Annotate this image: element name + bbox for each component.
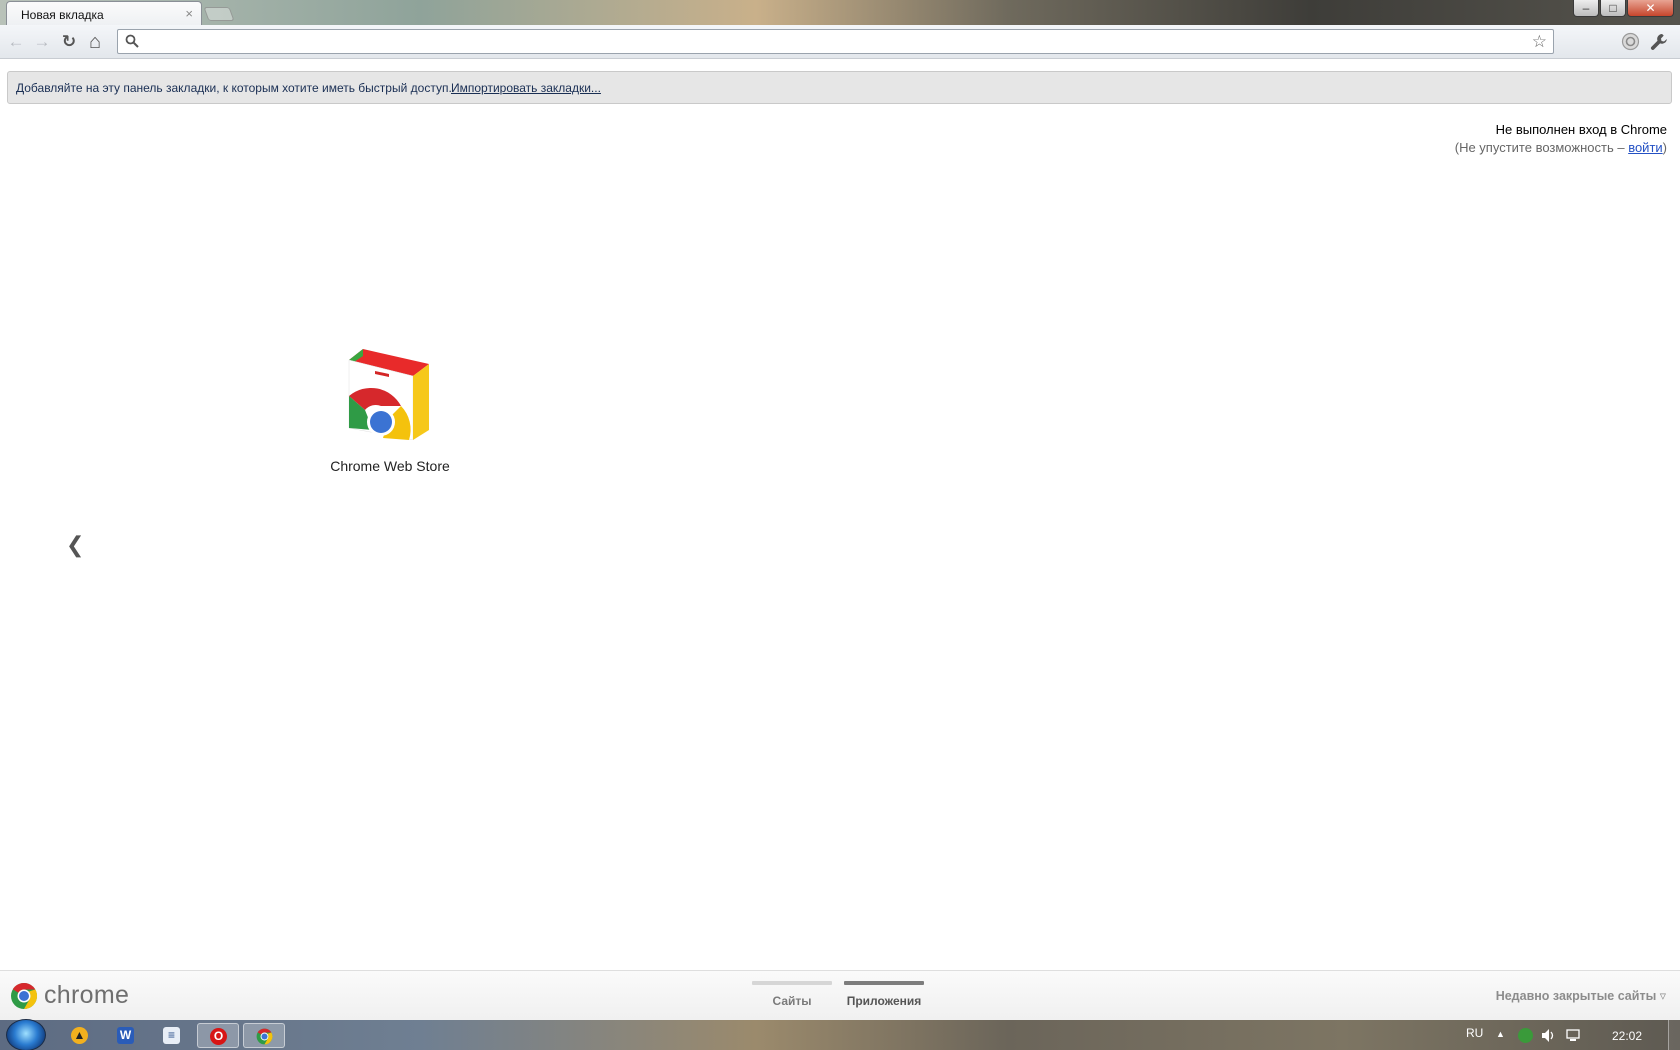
aimp-icon[interactable]: ▲	[59, 1023, 101, 1048]
volume-icon[interactable]	[1541, 1028, 1557, 1043]
close-window-button[interactable]: ✕	[1627, 0, 1674, 17]
forward-arrow-icon[interactable]: →	[32, 32, 52, 52]
pager-apps[interactable]: Приложения	[844, 981, 924, 1008]
bookmarks-bar-prompt: Добавляйте на эту панель закладки, к кот…	[7, 71, 1672, 104]
app-tile-chrome-web-store[interactable]: Chrome Web Store	[318, 340, 462, 476]
notepad-glyph: ≡	[163, 1027, 180, 1044]
omnibox[interactable]: ☆	[117, 29, 1554, 54]
chrome-logo-icon	[11, 982, 38, 1010]
new-tab-button[interactable]	[203, 7, 235, 21]
minimize-button[interactable]: –	[1573, 0, 1599, 17]
back-arrow-icon[interactable]: ←	[6, 32, 26, 52]
tab-new-tab[interactable]: Новая вкладка ×	[6, 1, 202, 26]
windows-taskbar: ▲ W ≡ O RU ▲ 22:02	[0, 1019, 1680, 1050]
signin-status: Не выполнен вход в Chrome (Не упустите в…	[1455, 122, 1667, 155]
address-input[interactable]	[146, 32, 1516, 51]
chrome-logo: chrome	[10, 981, 140, 1011]
import-bookmarks-link[interactable]: Импортировать закладки...	[451, 81, 601, 95]
recently-closed-menu[interactable]: Недавно закрытые сайты ▿	[1496, 988, 1666, 1003]
signin-sub-suffix: )	[1662, 140, 1667, 155]
network-icon[interactable]	[1565, 1028, 1581, 1043]
chrome-web-store-icon	[348, 349, 429, 440]
app-label: Chrome Web Store	[330, 458, 450, 474]
pager-apps-bar	[844, 981, 924, 985]
pager-sites-bar	[752, 981, 832, 985]
title-bar: Новая вкладка × – □ ✕	[0, 0, 1680, 26]
start-button[interactable]	[6, 1019, 46, 1050]
chrome-wordmark: chrome	[44, 981, 130, 1009]
signin-link[interactable]: войти	[1628, 140, 1662, 155]
tab-close-icon[interactable]: ×	[185, 6, 193, 21]
home-icon[interactable]: ⌂	[85, 32, 105, 52]
utorrent-icon[interactable]	[1518, 1028, 1533, 1043]
aimp-glyph: ▲	[71, 1027, 88, 1044]
opera-glyph: O	[210, 1028, 227, 1045]
signin-sub-prefix: (Не упустите возможность –	[1454, 140, 1629, 155]
chrome-icon[interactable]	[243, 1023, 285, 1048]
search-icon	[125, 34, 139, 48]
reload-icon[interactable]: ↻	[59, 32, 79, 52]
tray-expand-icon[interactable]: ▲	[1496, 1029, 1505, 1039]
browser-toolbar: ← → ↻ ⌂ ☆	[0, 25, 1680, 59]
maximize-button[interactable]: □	[1600, 0, 1626, 17]
previous-page-arrow-icon[interactable]: ❮	[66, 532, 84, 558]
word-glyph: W	[117, 1027, 134, 1044]
ntp-footer: chrome Сайты Приложения Недавно закрытые…	[0, 970, 1680, 1020]
pager-sites[interactable]: Сайты	[752, 981, 832, 1008]
signin-title: Не выполнен вход в Chrome	[1495, 122, 1667, 137]
signin-subtitle: (Не упустите возможность – войти)	[1455, 140, 1667, 155]
wrench-icon[interactable]	[1649, 32, 1669, 52]
pager-apps-label: Приложения	[846, 994, 922, 1008]
bookmark-star-icon[interactable]: ☆	[1532, 32, 1547, 52]
clock[interactable]: 22:02	[1612, 1029, 1642, 1043]
pager-sites-label: Сайты	[772, 994, 812, 1008]
chrome-taskbar-glyph	[256, 1028, 273, 1045]
tab-title: Новая вкладка	[21, 8, 104, 22]
language-indicator[interactable]: RU	[1466, 1026, 1483, 1040]
show-desktop-button[interactable]	[1668, 1020, 1680, 1050]
word-icon[interactable]: W	[105, 1023, 147, 1048]
notepad-icon[interactable]: ≡	[151, 1023, 193, 1048]
sync-icon[interactable]	[1621, 32, 1640, 51]
opera-icon[interactable]: O	[197, 1023, 239, 1048]
bookmarks-bar-text: Добавляйте на эту панель закладки, к кот…	[16, 81, 452, 95]
